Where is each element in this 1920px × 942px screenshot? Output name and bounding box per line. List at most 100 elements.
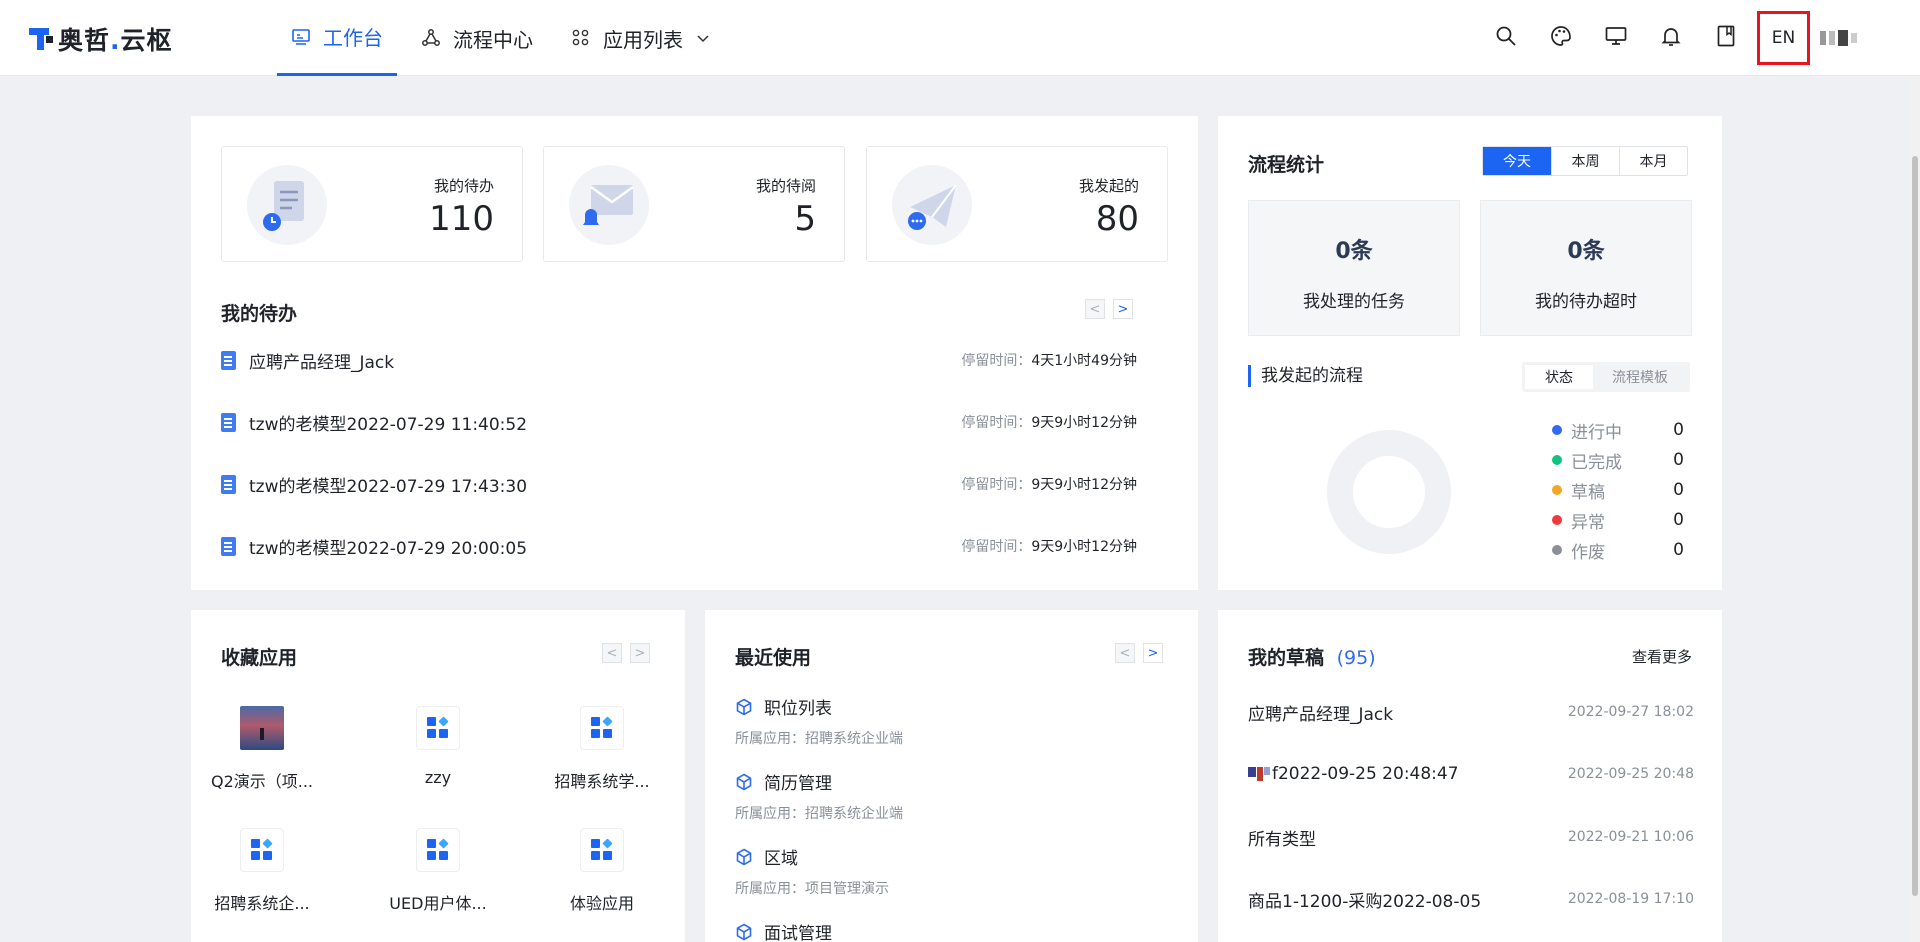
legend-void: 作废 0 — [1552, 538, 1684, 563]
language-switch-button[interactable]: EN — [1757, 11, 1810, 65]
view-template-tab[interactable]: 流程模板 — [1593, 365, 1687, 389]
favorite-app[interactable]: zzy — [368, 706, 508, 787]
workbench-panel: 我的待办 110 我的待阅 5 我发起的 80 我的待办 < > 应聘产品经理_… — [191, 116, 1198, 590]
draft-row[interactable]: 应聘产品经理_Jack 2022-09-27 18:02 — [1248, 698, 1694, 726]
mail-icon — [569, 165, 649, 245]
period-month-tab[interactable]: 本月 — [1619, 147, 1687, 175]
todo-row[interactable]: tzw的老模型2022-07-29 11:40:52 停留时间： 9天9小时12… — [221, 407, 1137, 437]
legend-value: 0 — [1673, 480, 1684, 500]
legend-completed: 已完成 0 — [1552, 448, 1684, 473]
stat-card-todo[interactable]: 我的待办 110 — [221, 146, 523, 262]
metric-value: 0条 — [1567, 239, 1605, 264]
status-donut-chart — [1327, 430, 1451, 554]
photo-thumbnail-icon — [240, 706, 284, 750]
stat-label: 我发起的 — [1078, 177, 1139, 195]
favorite-app-label: UED用户体... — [389, 894, 487, 913]
prev-page-button[interactable]: < — [602, 643, 622, 663]
metric-label: 我的待办超时 — [1535, 292, 1637, 312]
nav-workbench[interactable]: 工作台 — [277, 0, 397, 76]
prev-page-button[interactable]: < — [1085, 299, 1105, 319]
stat-value: 110 — [429, 199, 494, 239]
recent-item-name: 简历管理 — [764, 774, 832, 794]
favorite-app[interactable]: 招聘系统学... — [532, 706, 672, 792]
legend-dot — [1552, 425, 1562, 435]
draft-row[interactable]: 所有类型 2022-09-21 10:06 — [1248, 823, 1694, 851]
stat-label: 我的待阅 — [755, 177, 816, 195]
dwell-time: 9天9小时12分钟 — [1031, 539, 1137, 555]
top-header: 奥哲.云枢 工作台 流程中心 应用列表 EN — [0, 0, 1920, 76]
legend-dot — [1552, 545, 1562, 555]
logo-mark-icon — [29, 26, 55, 52]
draft-row[interactable]: 商品1-1200-采购2022-08-05 2022-08-19 17:10 — [1248, 885, 1694, 913]
recent-item[interactable]: 职位列表 所属应用：招聘系统企业端 — [735, 694, 903, 748]
recent-item[interactable]: 简历管理 所属应用：招聘系统企业端 — [735, 769, 903, 823]
user-avatar[interactable] — [1820, 18, 1890, 58]
nav-process-center[interactable]: 流程中心 — [407, 0, 547, 76]
app-grid-icon — [416, 706, 460, 750]
prev-page-button[interactable]: < — [1115, 643, 1135, 663]
favorite-app[interactable]: 体验应用 — [532, 828, 672, 914]
cube-icon — [735, 848, 753, 866]
draft-date: 2022-09-21 10:06 — [1567, 829, 1694, 845]
stat-card-toread[interactable]: 我的待阅 5 — [543, 146, 845, 262]
draft-thumbnail-icon — [1248, 767, 1270, 781]
todo-row[interactable]: 应聘产品经理_Jack 停留时间： 4天1小时49分钟 — [221, 345, 1137, 375]
desktop-icon — [1604, 24, 1628, 52]
metric-overdue-todo[interactable]: 0条 我的待办超时 — [1480, 200, 1692, 336]
docs-button[interactable] — [1698, 0, 1753, 76]
document-icon — [221, 536, 236, 556]
legend-dot — [1552, 455, 1562, 465]
favorites-title: 收藏应用 — [221, 647, 298, 669]
nav-app-list[interactable]: 应用列表 — [557, 0, 725, 76]
todo-row[interactable]: tzw的老模型2022-07-29 20:00:05 停留时间： 9天9小时12… — [221, 531, 1137, 561]
desktop-button[interactable] — [1588, 0, 1643, 76]
cube-icon — [735, 773, 753, 791]
todo-row[interactable]: tzw的老模型2022-07-29 17:43:30 停留时间： 9天9小时12… — [221, 469, 1137, 499]
search-icon — [1495, 25, 1517, 51]
document-icon — [221, 350, 236, 370]
notification-button[interactable] — [1643, 0, 1698, 76]
search-button[interactable] — [1478, 0, 1533, 76]
app-grid-icon — [580, 706, 624, 750]
favorite-app-label: 体验应用 — [569, 894, 634, 913]
recent-panel: 最近使用 < > 职位列表 所属应用：招聘系统企业端 简历管理 所属应用：招聘系… — [705, 610, 1198, 942]
drafts-count: (95) — [1336, 647, 1376, 669]
recent-item-app: 所属应用：招聘系统企业端 — [735, 806, 903, 822]
theme-button[interactable] — [1533, 0, 1588, 76]
recent-item-app: 所属应用：招聘系统企业端 — [735, 731, 903, 747]
book-icon — [1715, 24, 1737, 52]
stat-card-initiated[interactable]: 我发起的 80 — [866, 146, 1168, 262]
view-more-link[interactable]: 查看更多 — [1632, 646, 1692, 667]
nav-app-list-label: 应用列表 — [603, 27, 683, 52]
period-week-tab[interactable]: 本周 — [1551, 147, 1619, 175]
page-scrollbar[interactable] — [1910, 76, 1920, 942]
legend-name: 已完成 — [1571, 452, 1622, 473]
stat-value: 5 — [794, 199, 816, 239]
stat-value: 80 — [1095, 199, 1139, 239]
draft-date: 2022-09-27 18:02 — [1567, 704, 1694, 720]
next-page-button[interactable]: > — [1143, 643, 1163, 663]
todo-pager: < > — [1085, 299, 1133, 319]
legend-name: 草稿 — [1571, 482, 1605, 503]
chevron-down-icon — [695, 30, 711, 46]
scrollbar-thumb[interactable] — [1912, 156, 1918, 896]
logo[interactable]: 奥哲.云枢 — [29, 24, 173, 55]
metric-handled-tasks[interactable]: 0条 我处理的任务 — [1248, 200, 1460, 336]
next-page-button[interactable]: > — [630, 643, 650, 663]
nav-process-center-label: 流程中心 — [453, 27, 533, 52]
legend-draft: 草稿 0 — [1552, 478, 1684, 503]
todo-list-icon — [247, 165, 327, 245]
dwell-time: 9天9小时12分钟 — [1031, 477, 1137, 493]
drafts-panel: 我的草稿 (95) 查看更多 应聘产品经理_Jack 2022-09-27 18… — [1218, 610, 1722, 942]
view-status-tab[interactable]: 状态 — [1525, 365, 1593, 389]
favorite-app-label: zzy — [424, 768, 452, 787]
recent-item[interactable]: 区域 所属应用：项目管理演示 — [735, 844, 889, 898]
palette-icon — [1549, 24, 1573, 52]
favorite-app[interactable]: UED用户体... — [368, 828, 508, 914]
recent-item[interactable]: 面试管理 — [735, 919, 832, 942]
favorite-app[interactable]: Q2演示（项... — [192, 706, 332, 792]
period-today-tab[interactable]: 今天 — [1483, 147, 1551, 175]
draft-row[interactable]: f2022-09-25 20:48:47 2022-09-25 20:48 — [1248, 760, 1694, 788]
next-page-button[interactable]: > — [1113, 299, 1133, 319]
favorite-app[interactable]: 招聘系统企... — [192, 828, 332, 914]
